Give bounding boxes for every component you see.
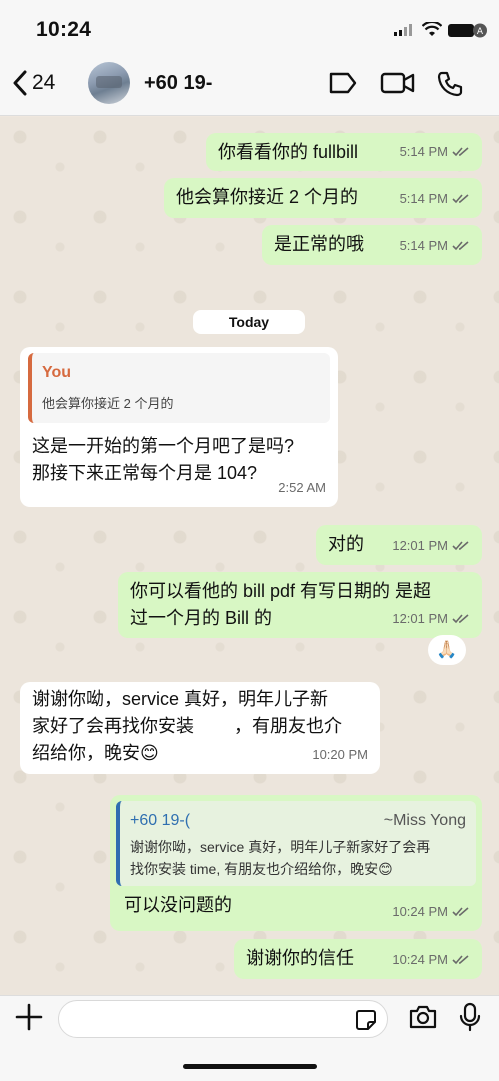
message-time: 5:14 PM: [399, 144, 448, 159]
message-meta: 10:24 PM: [392, 946, 470, 973]
quoted-author: You: [42, 364, 72, 381]
wifi-icon: [422, 22, 442, 36]
unread-count: 24: [32, 71, 56, 94]
quoted-author: +60 19-(: [130, 812, 191, 829]
day-separator: Today: [193, 310, 305, 334]
message-time: 10:24 PM: [392, 952, 448, 967]
chevron-left-icon: [13, 70, 27, 96]
quoted-text: 他会算你接近 2 个月的: [42, 396, 174, 411]
message-meta: 10:24 PM: [392, 898, 470, 925]
message-bubble-incoming[interactable]: 谢谢你呦，service 真好，明年儿子新 家好了会再找你安装 ，有朋友也介 绍…: [20, 682, 380, 774]
message-text-line: 这是一开始的第一个月吧了是吗?: [32, 436, 295, 456]
message-bubble-outgoing[interactable]: 他会算你接近 2 个月的 5:14 PM: [164, 178, 482, 218]
reaction-badge[interactable]: 🙏🏻: [428, 635, 466, 665]
quoted-alias: ~Miss Yong: [383, 812, 466, 829]
quoted-header: +60 19-( ~Miss Yong: [130, 807, 466, 834]
status-time: 10:24: [36, 18, 92, 41]
message-time: 10:24 PM: [392, 904, 448, 919]
double-check-icon: [452, 954, 469, 964]
microphone-icon[interactable]: [458, 1002, 482, 1032]
double-check-icon: [452, 193, 469, 203]
signal-icon: [394, 24, 412, 36]
message-bubble-incoming[interactable]: You 他会算你接近 2 个月的 这是一开始的第一个月吧了是吗? 那接下来正常每…: [20, 347, 338, 507]
message-time: 5:14 PM: [399, 238, 448, 253]
message-bubble-outgoing[interactable]: 你可以看他的 bill pdf 有写日期的 是超 过一个月的 Bill 的 12…: [118, 572, 482, 638]
video-call-icon[interactable]: [380, 70, 416, 96]
message-list[interactable]: 你看看你的 fullbill 5:14 PM 他会算你接近 2 个月的 5:14…: [0, 117, 499, 995]
message-meta: 12:01 PM: [392, 605, 470, 632]
message-time: 5:14 PM: [399, 191, 448, 206]
phone-call-icon[interactable]: [436, 70, 464, 98]
svg-text:A: A: [477, 27, 484, 37]
message-input[interactable]: [73, 1001, 353, 1037]
sticker-icon[interactable]: [355, 1009, 377, 1031]
message-bubble-outgoing[interactable]: 是正常的哦 5:14 PM: [262, 225, 482, 265]
message-meta: 5:14 PM: [400, 232, 470, 259]
label-tag-icon[interactable]: [328, 70, 358, 96]
message-bubble-outgoing[interactable]: +60 19-( ~Miss Yong 谢谢你呦，service 真好，明年儿子…: [110, 795, 482, 931]
message-text-line: 家好了会再找你安装 ，有朋友也介: [32, 716, 343, 736]
message-time: 12:01 PM: [392, 538, 448, 553]
message-time: 10:20 PM: [312, 747, 368, 762]
avatar[interactable]: [88, 62, 130, 104]
message-meta: 5:14 PM: [400, 138, 470, 165]
message-bubble-outgoing[interactable]: 对的 12:01 PM: [316, 525, 482, 565]
chat-header: 24 +60 19-: [0, 56, 499, 116]
double-check-icon: [452, 240, 469, 250]
message-meta: 12:01 PM: [392, 532, 470, 559]
message-bubble-outgoing[interactable]: 谢谢你的信任 10:24 PM: [234, 939, 482, 979]
plus-icon[interactable]: [14, 1002, 44, 1032]
message-text: 谢谢你的信任: [246, 948, 354, 968]
message-meta: 5:14 PM: [400, 185, 470, 212]
message-time: 12:01 PM: [392, 611, 448, 626]
quoted-message[interactable]: You 他会算你接近 2 个月的: [28, 353, 330, 423]
quoted-message[interactable]: +60 19-( ~Miss Yong 谢谢你呦，service 真好，明年儿子…: [116, 801, 476, 886]
message-text: 对的: [328, 534, 364, 554]
message-text: 是正常的哦: [274, 234, 364, 254]
message-text: 你看看你的 fullbill: [218, 142, 359, 162]
message-time: 2:52 AM: [278, 480, 326, 495]
double-check-icon: [452, 146, 469, 156]
composer-bar: [0, 995, 499, 1081]
message-text-line: 你可以看他的 bill pdf 有写日期的 是超: [130, 581, 432, 601]
contact-name[interactable]: +60 19-: [144, 72, 212, 95]
message-text: 他会算你接近 2 个月的: [176, 187, 359, 207]
camera-icon[interactable]: [408, 1004, 438, 1030]
quoted-text-line: 找你安装 time, 有朋友也介绍给你，晚安😊: [130, 861, 393, 877]
double-check-icon: [452, 613, 469, 623]
message-text-line: 谢谢你呦，service 真好，明年儿子新: [32, 689, 329, 709]
back-button[interactable]: 24: [12, 70, 55, 96]
double-check-icon: [452, 540, 469, 550]
status-bar: 10:24 A: [0, 0, 499, 56]
quoted-text-line: 谢谢你呦，service 真好，明年儿子新家好了会再: [130, 839, 431, 855]
message-meta: 2:52 AM: [278, 474, 326, 501]
battery-icon: A: [448, 23, 487, 38]
message-input-container[interactable]: [58, 1000, 388, 1038]
double-check-icon: [452, 906, 469, 916]
message-bubble-outgoing[interactable]: 你看看你的 fullbill 5:14 PM: [206, 133, 482, 171]
message-meta: 10:20 PM: [312, 741, 368, 768]
home-indicator: [183, 1064, 317, 1069]
